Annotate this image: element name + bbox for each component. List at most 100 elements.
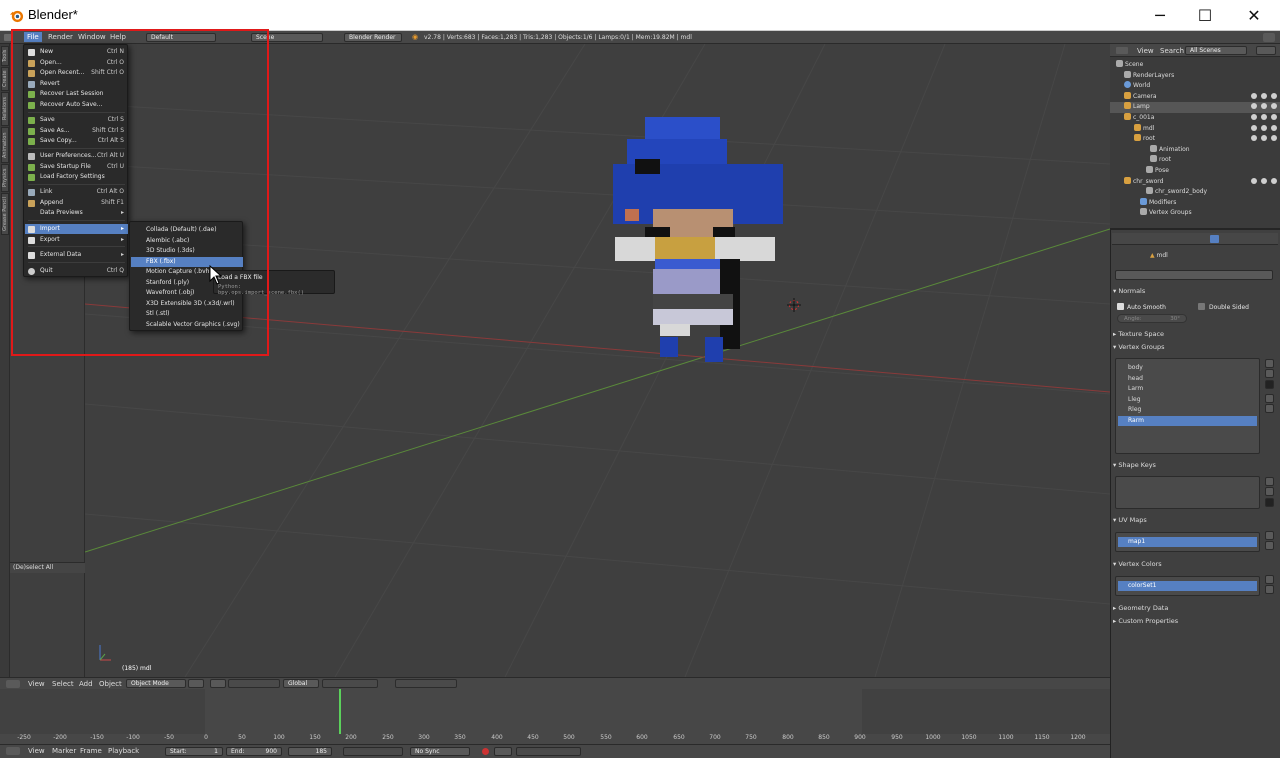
outliner-search-field[interactable] — [1256, 46, 1276, 55]
keying-set-field[interactable] — [516, 747, 581, 756]
properties-tabs[interactable] — [1112, 233, 1278, 245]
menu-object[interactable]: Object — [99, 680, 122, 688]
vertex-group-icon — [1140, 208, 1147, 216]
close-button[interactable]: ✕ — [1230, 0, 1278, 31]
vertex-group-item[interactable]: Rarm — [1118, 415, 1257, 426]
tab-relations[interactable]: Relations — [1, 92, 9, 126]
section-uv-maps[interactable]: ▾ UV Maps — [1113, 516, 1147, 524]
vertex-group-item[interactable]: Lleg — [1118, 395, 1257, 405]
double-sided-checkbox[interactable] — [1198, 303, 1205, 310]
record-icon[interactable] — [482, 748, 489, 755]
end-frame-field[interactable]: End: 900 — [226, 747, 282, 756]
remove-icon[interactable] — [1265, 369, 1274, 378]
render-engine-select[interactable]: Blender Render — [344, 33, 402, 42]
menu-add[interactable]: Add — [79, 680, 93, 688]
section-normals[interactable]: ▾ Normals — [1113, 287, 1145, 295]
menu-view[interactable]: View — [28, 747, 45, 755]
outliner-row-root[interactable]: root — [1110, 134, 1280, 145]
mesh-icon — [1134, 123, 1141, 131]
manipulator-toggles[interactable] — [228, 679, 280, 688]
mesh-datablock-field[interactable] — [1115, 270, 1273, 280]
uv-map-item[interactable]: map1 — [1118, 537, 1257, 547]
minimize-button[interactable]: ─ — [1136, 0, 1184, 31]
menu-select[interactable]: Select — [52, 680, 74, 688]
add-icon[interactable] — [1265, 575, 1274, 584]
outliner-row-mdl[interactable]: mdl — [1110, 123, 1280, 135]
section-custom-properties[interactable]: ▸ Custom Properties — [1113, 617, 1178, 625]
3d-view-header: View Select Add Object Object Mode Globa… — [0, 677, 1110, 689]
outliner-filter-select[interactable]: All Scenes — [1185, 46, 1247, 55]
outliner-row-world[interactable]: World — [1110, 81, 1280, 92]
last-operator-label[interactable]: (De)select All — [13, 564, 53, 571]
editor-type-icon[interactable] — [6, 747, 20, 755]
vertex-group-item[interactable]: head — [1118, 374, 1257, 384]
tab-physics[interactable]: Physics — [1, 164, 9, 192]
specials-icon[interactable] — [1265, 498, 1274, 507]
angle-field[interactable]: Angle: 30° — [1117, 314, 1187, 323]
tab-grease-pencil[interactable]: Grease Pencil — [1, 193, 9, 235]
section-shape-keys[interactable]: ▾ Shape Keys — [1113, 461, 1156, 469]
outliner-row-pose[interactable]: Pose — [1110, 166, 1280, 177]
add-icon[interactable] — [1265, 477, 1274, 486]
section-vertex-colors[interactable]: ▾ Vertex Colors — [1113, 560, 1162, 568]
fullscreen-toggle-icon[interactable] — [1263, 33, 1275, 42]
armature-icon — [1134, 134, 1141, 142]
tab-create[interactable]: Create — [1, 67, 9, 91]
editor-type-icon[interactable] — [6, 680, 20, 688]
timeline-header: View Marker Frame Playback Start: 1 End: 9… — [0, 744, 1110, 758]
remove-icon[interactable] — [1265, 585, 1274, 594]
section-geometry-data[interactable]: ▸ Geometry Data — [1113, 604, 1168, 612]
current-frame-field[interactable]: 185 — [288, 747, 332, 756]
editor-type-icon[interactable] — [1116, 47, 1128, 54]
vertex-group-item[interactable]: Rleg — [1118, 405, 1257, 415]
current-frame-line[interactable] — [339, 689, 341, 734]
remove-icon[interactable] — [1265, 487, 1274, 496]
outliner-row-root-bone[interactable]: root — [1110, 155, 1280, 166]
outliner-row-scene[interactable]: Scene — [1110, 60, 1280, 71]
add-icon[interactable] — [1265, 359, 1274, 368]
outliner-row-camera[interactable]: Camera — [1110, 91, 1280, 103]
sync-mode-select[interactable]: No Sync — [410, 747, 470, 756]
vertex-group-item[interactable]: body — [1118, 363, 1257, 373]
section-vertex-groups[interactable]: ▾ Vertex Groups — [1113, 343, 1164, 351]
viewport-shading-icon[interactable] — [188, 679, 204, 688]
keying-icon[interactable] — [494, 747, 512, 756]
pivot-point-icon[interactable] — [210, 679, 226, 688]
menu-playback[interactable]: Playback — [108, 747, 139, 755]
move-up-icon[interactable] — [1265, 394, 1274, 403]
tab-tools[interactable]: Tools — [1, 46, 9, 66]
remove-icon[interactable] — [1265, 541, 1274, 550]
menu-search[interactable]: Search — [1160, 47, 1184, 55]
section-texture-space[interactable]: ▸ Texture Space — [1113, 330, 1164, 338]
vertex-group-item[interactable]: Larm — [1118, 384, 1257, 394]
playback-controls[interactable] — [343, 747, 403, 756]
menu-frame[interactable]: Frame — [80, 747, 102, 755]
vertex-color-item[interactable]: colorSet1 — [1118, 581, 1257, 591]
snap-tools[interactable] — [395, 679, 457, 688]
menu-view[interactable]: View — [28, 680, 45, 688]
outliner-row-animation[interactable]: Animation — [1110, 144, 1280, 156]
3d-cursor-icon[interactable] — [787, 298, 801, 312]
move-down-icon[interactable] — [1265, 404, 1274, 413]
tab-animation[interactable]: Animation — [1, 127, 9, 163]
object-mode-select[interactable]: Object Mode — [126, 679, 186, 688]
outliner-row-chr-sword[interactable]: chr_sword — [1110, 176, 1280, 188]
outliner-row-lamp[interactable]: Lamp — [1110, 102, 1280, 113]
outliner-row-c-001a[interactable]: c_001a — [1110, 113, 1280, 124]
menu-marker[interactable]: Marker — [52, 747, 76, 755]
specials-icon[interactable] — [1265, 380, 1274, 389]
auto-smooth-checkbox[interactable] — [1117, 303, 1124, 310]
shape-key-list — [1115, 476, 1260, 509]
render-layers-icon — [1124, 70, 1131, 78]
outliner-row-renderlayers[interactable]: RenderLayers — [1110, 70, 1280, 82]
outliner-row-modifiers[interactable]: Modifiers — [1110, 197, 1280, 209]
outliner-row-chr-sword2-body[interactable]: chr_sword2_body — [1110, 187, 1280, 198]
transform-orientation-select[interactable]: Global — [283, 679, 319, 688]
maximize-button[interactable]: ☐ — [1181, 0, 1229, 31]
layer-buttons[interactable] — [322, 679, 378, 688]
outliner-row-vertex-groups[interactable]: Vertex Groups — [1110, 208, 1280, 219]
start-frame-field[interactable]: Start: 1 — [165, 747, 223, 756]
mesh-data-tab-icon[interactable] — [1210, 235, 1219, 243]
menu-view[interactable]: View — [1137, 47, 1154, 55]
add-icon[interactable] — [1265, 531, 1274, 540]
